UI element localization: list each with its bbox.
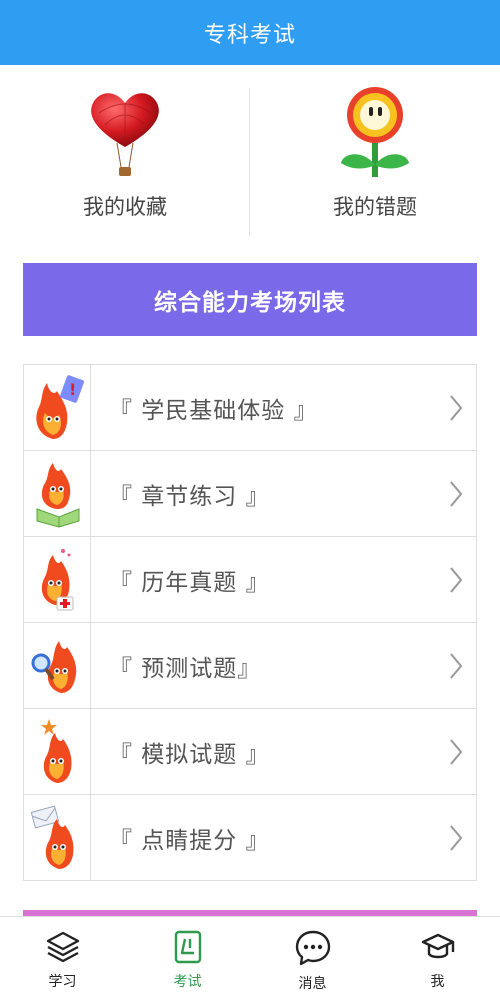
list-item-chapter-practice[interactable]: 『 章节练习 』 [24,451,476,537]
flame-exclamation-icon: ! [36,374,84,439]
exam-list: ! 『 学民基础体验 』 『 章节练习 』 『 历年真题 』 『 预测试题』 『… [23,364,477,881]
chat-icon [295,930,330,966]
list-item-predicted-questions[interactable]: 『 预测试题』 [24,623,476,709]
flower-icon [341,87,409,177]
tab-exam[interactable]: 考试 [125,917,250,1000]
favorites-label: 我的收藏 [83,195,167,219]
flame-book-icon [36,462,80,528]
list-item-label: 『 模拟试题 』 [109,741,270,768]
chevron-right-icon [436,480,476,508]
flame-firstaid-icon [41,548,74,610]
page-title: 专科考试 [203,22,296,48]
tab-label: 消息 [298,976,327,992]
quick-panels: 我的收藏 我的错题 [0,65,500,240]
flame-magnifier-icon [31,640,77,693]
layers-icon [46,931,79,963]
chevron-right-icon [436,652,476,680]
wrong-questions-label: 我的错题 [333,195,417,219]
tab-label: 学习 [48,974,77,990]
list-item-label: 『 点睛提分 』 [109,827,270,854]
flame-envelope-icon [30,805,74,869]
list-item-label: 『 章节练习 』 [109,483,270,510]
tab-me[interactable]: 我 [375,917,500,1000]
list-item-label: 『 历年真题 』 [109,569,270,596]
section-banner: 综合能力考场列表 [23,263,477,336]
chevron-right-icon [436,824,476,852]
list-item-past-exams[interactable]: 『 历年真题 』 [24,537,476,623]
bottom-tab-bar: 学习 考试 消息 我 [0,916,500,1000]
tab-label: 考试 [173,974,202,990]
list-item-key-points[interactable]: 『 点睛提分 』 [24,795,476,881]
list-item-basic-experience[interactable]: ! 『 学民基础体验 』 [24,365,476,451]
chevron-right-icon [436,566,476,594]
svg-text:!: ! [69,380,76,399]
tab-study[interactable]: 学习 [0,917,125,1000]
section-title: 综合能力考场列表 [154,289,346,316]
chevron-right-icon [436,738,476,766]
wrong-questions-button[interactable]: 我的错题 [250,65,500,240]
tab-messages[interactable]: 消息 [250,917,375,1000]
heart-balloon-icon [91,93,159,176]
chevron-right-icon [436,394,476,422]
list-item-label: 『 预测试题』 [109,655,262,682]
list-item-mock-exams[interactable]: 『 模拟试题 』 [24,709,476,795]
tab-label: 我 [430,974,445,990]
graduation-cap-icon [421,933,454,959]
panel-divider [249,88,250,236]
favorites-button[interactable]: 我的收藏 [0,65,250,240]
exam-icon [174,930,201,964]
app-header: 专科考试 [0,0,500,65]
list-item-label: 『 学民基础体验 』 [109,397,318,424]
flame-star-icon [41,718,72,783]
